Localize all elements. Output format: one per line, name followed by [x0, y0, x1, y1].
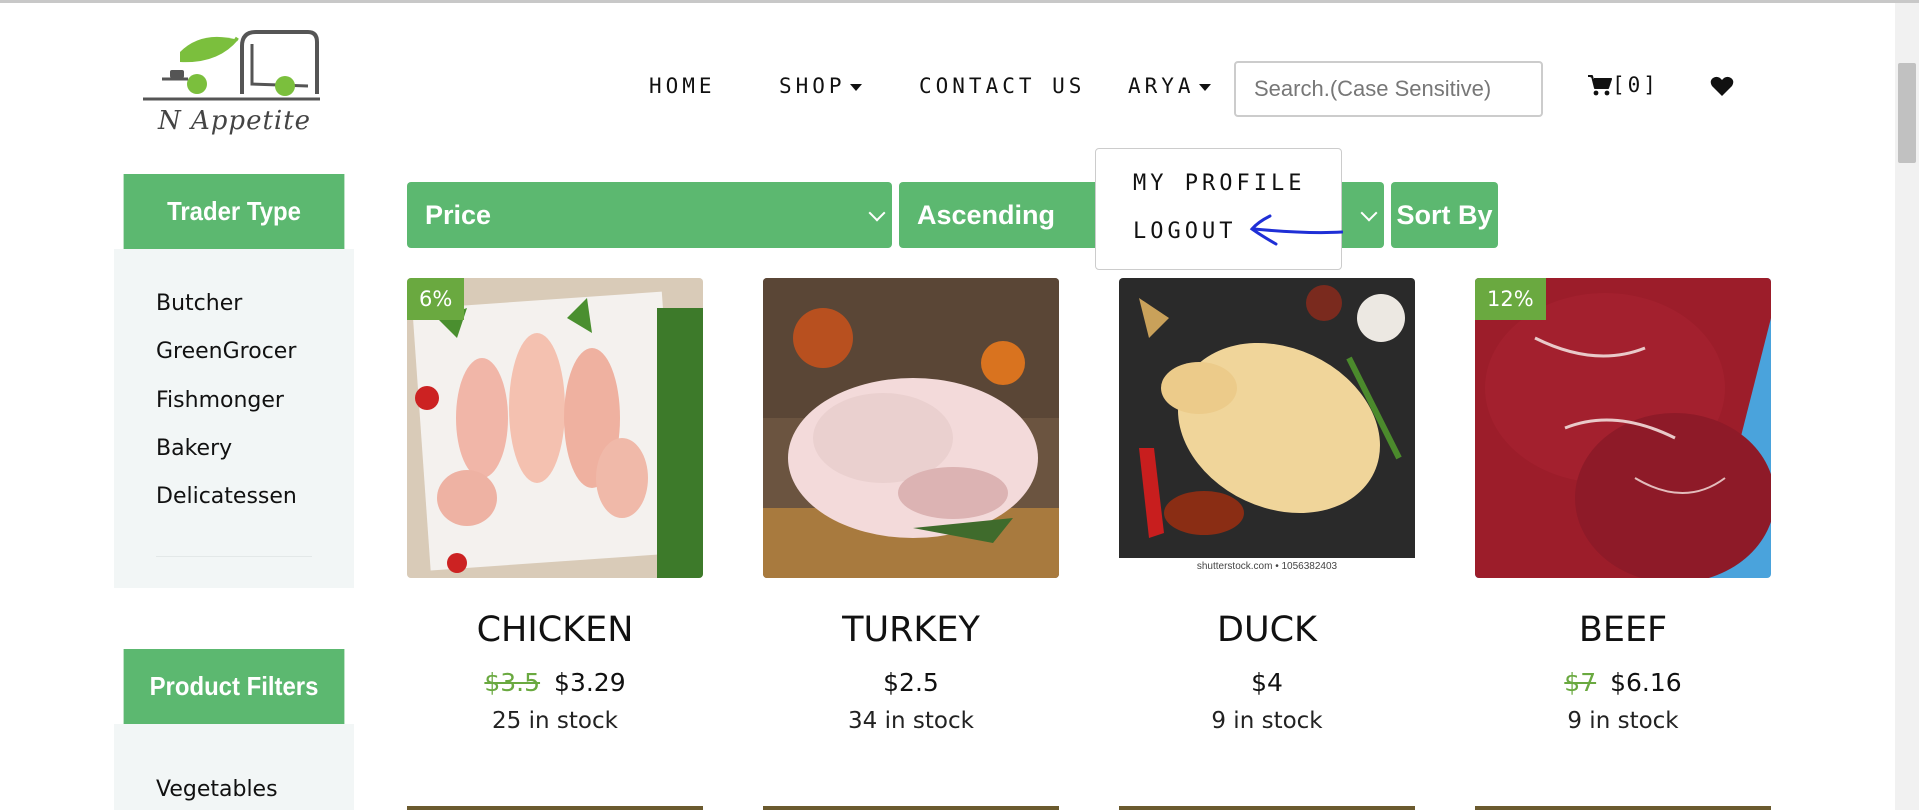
- product-name[interactable]: CHICKEN: [407, 610, 703, 650]
- product-image-chicken[interactable]: 6%: [407, 278, 703, 578]
- cart-button[interactable]: [0]: [1588, 73, 1659, 97]
- heart-icon: [1710, 76, 1734, 96]
- product-current-price: $2.5: [883, 668, 939, 697]
- sidebar-divider: [156, 556, 312, 557]
- product-old-price: $3.5: [484, 668, 541, 697]
- trader-fishmonger[interactable]: Fishmonger: [156, 388, 284, 413]
- next-product-peek: [763, 806, 1059, 810]
- product-stock: 34 in stock: [848, 708, 974, 734]
- trader-bakery[interactable]: Bakery: [156, 436, 232, 461]
- turkey-image: [763, 278, 1059, 578]
- sort-field-value: Price: [425, 199, 492, 230]
- wishlist-button[interactable]: [1710, 75, 1734, 101]
- sort-order-value: Ascending: [917, 199, 1056, 230]
- image-credit: shutterstock.com • 1056382403: [1196, 561, 1338, 572]
- product-price: $7 $6.16: [1475, 668, 1771, 697]
- nav-contact[interactable]: CONTACT US: [919, 74, 1085, 98]
- product-stock: 9 in stock: [1211, 708, 1323, 734]
- nav-shop[interactable]: SHOP: [779, 74, 862, 98]
- menu-item-my-profile[interactable]: MY PROFILE: [1133, 171, 1305, 196]
- discount-badge: 6%: [407, 278, 465, 320]
- trader-delicatessen[interactable]: Delicatessen: [156, 484, 297, 509]
- nav-shop-label: SHOP: [779, 74, 846, 98]
- product-current-price: $6.16: [1610, 668, 1682, 697]
- trader-type-header: Trader Type: [123, 174, 345, 249]
- menu-item-logout[interactable]: LOGOUT: [1133, 219, 1236, 244]
- next-product-peek: [407, 806, 703, 810]
- caret-down-icon: [1198, 83, 1211, 91]
- scrollbar-thumb[interactable]: [1898, 63, 1916, 163]
- product-price: $4: [1119, 668, 1415, 697]
- product-name[interactable]: BEEF: [1475, 610, 1771, 650]
- product-name[interactable]: TURKEY: [763, 610, 1059, 650]
- product-image-turkey[interactable]: [763, 278, 1059, 578]
- filter-vegetables[interactable]: Vegetables: [156, 777, 278, 802]
- search-input[interactable]: [1234, 61, 1543, 117]
- next-product-peek: [1119, 806, 1415, 810]
- product-price: $2.5: [763, 668, 1059, 697]
- sort-field-select[interactable]: Price: [407, 182, 892, 248]
- delivery-van-icon: [143, 30, 320, 101]
- product-current-price: $3.29: [554, 668, 626, 697]
- product-stock: 25 in stock: [492, 708, 618, 734]
- page-scrollbar[interactable]: [1895, 3, 1919, 810]
- logo-text: N Appetite: [158, 106, 312, 136]
- nav-home[interactable]: HOME: [649, 74, 716, 98]
- nav-user-label: ARYA: [1128, 74, 1195, 98]
- product-old-price: $7: [1564, 668, 1597, 697]
- cart-icon: [1588, 75, 1612, 96]
- duck-image: [1119, 278, 1415, 558]
- product-name[interactable]: DUCK: [1119, 610, 1415, 650]
- discount-badge: 12%: [1475, 278, 1546, 320]
- product-stock: 9 in stock: [1567, 708, 1679, 734]
- trader-butcher[interactable]: Butcher: [156, 291, 242, 316]
- product-price: $3.5 $3.29: [407, 668, 703, 697]
- brand-logo[interactable]: N Appetite: [140, 24, 325, 154]
- chicken-image: [407, 278, 703, 578]
- product-filters-header: Product Filters: [123, 649, 345, 724]
- product-image-duck[interactable]: shutterstock.com • 1056382403: [1119, 278, 1415, 578]
- caret-down-icon: [849, 83, 862, 91]
- nav-user-menu[interactable]: ARYA: [1128, 74, 1211, 98]
- product-current-price: $4: [1251, 668, 1283, 697]
- annotation-arrow-icon: [1249, 214, 1343, 246]
- product-image-beef[interactable]: 12%: [1475, 278, 1771, 578]
- window-top-border: [0, 0, 1919, 3]
- next-product-peek: [1475, 806, 1771, 810]
- sort-by-button[interactable]: Sort By: [1391, 182, 1498, 248]
- cart-count: [0]: [1612, 73, 1659, 97]
- trader-greengrocer[interactable]: GreenGrocer: [156, 339, 296, 364]
- beef-image: [1475, 278, 1771, 578]
